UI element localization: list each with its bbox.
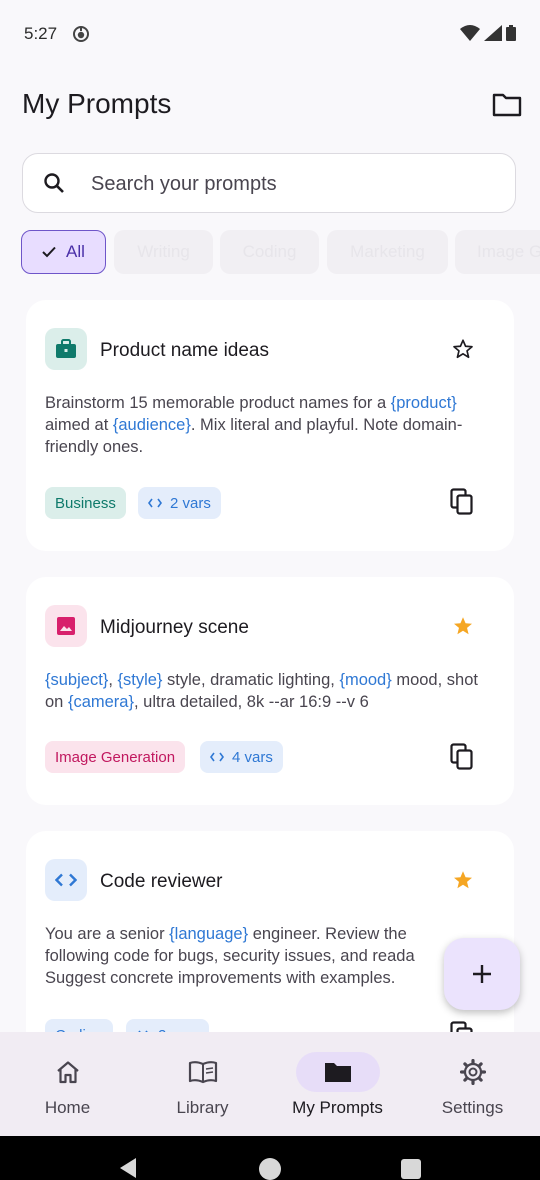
bottom-navigation: Home Library My Prompts Settings <box>0 1032 540 1136</box>
prompt-card[interactable]: Product name ideas Brainstorm 15 memorab… <box>26 300 514 551</box>
prompt-body: {subject}, {style} style, dramatic light… <box>45 671 478 711</box>
prompt-title: Product name ideas <box>100 340 269 361</box>
chip-image-generation[interactable]: Image G <box>455 230 540 274</box>
nav-label: Home <box>44 1098 91 1117</box>
prompt-title: Code reviewer <box>100 871 223 892</box>
nav-icon-container <box>161 1052 245 1092</box>
copy-icon[interactable] <box>450 488 474 516</box>
variable: {product} <box>390 394 457 412</box>
prompt-body: You are a senior {language} engineer. Re… <box>45 925 415 987</box>
copy-icon[interactable] <box>450 743 474 771</box>
chip-label: Writing <box>137 242 190 261</box>
code-icon <box>55 873 77 887</box>
variable: {style} <box>117 671 163 689</box>
variable: {mood} <box>339 671 392 689</box>
battery-icon <box>506 25 516 41</box>
page-title: My Prompts <box>22 88 172 119</box>
variable: {language} <box>169 925 249 943</box>
image-icon <box>57 617 75 635</box>
folder-icon[interactable] <box>492 92 522 118</box>
system-icons <box>460 25 516 41</box>
wifi-icon <box>460 25 480 41</box>
chip-coding[interactable]: Coding <box>220 230 319 274</box>
vars-badge: 2 vars <box>138 487 221 519</box>
chip-label: All <box>66 242 85 261</box>
nav-settings[interactable]: Settings <box>405 1032 540 1136</box>
category-tag: Image Generation <box>45 741 186 773</box>
vars-badge: 4 vars <box>200 741 283 773</box>
chip-label: Image G <box>477 242 540 261</box>
back-icon[interactable] <box>118 1158 138 1178</box>
nav-icon-container <box>431 1052 515 1092</box>
home-icon <box>56 1061 79 1084</box>
prompt-title: Midjourney scene <box>100 617 249 638</box>
nav-my-prompts[interactable]: My Prompts <box>270 1032 405 1136</box>
nav-library[interactable]: Library <box>135 1032 270 1136</box>
recents-icon[interactable] <box>401 1159 421 1179</box>
nav-icon-container <box>26 1052 110 1092</box>
variable: {camera} <box>67 693 134 711</box>
check-icon <box>42 246 56 258</box>
plus-icon <box>473 965 491 983</box>
gear-icon <box>459 1059 486 1085</box>
star-filled-icon[interactable] <box>452 615 474 637</box>
nav-label: Settings <box>441 1098 504 1117</box>
variable: {subject} <box>45 671 109 689</box>
star-filled-icon[interactable] <box>452 869 474 891</box>
status-time: 5:27 <box>24 24 58 43</box>
chip-marketing[interactable]: Marketing <box>327 230 448 274</box>
search-bar[interactable] <box>22 153 516 213</box>
add-prompt-button[interactable] <box>444 938 520 1010</box>
home-button-icon[interactable] <box>259 1158 281 1180</box>
prompt-card[interactable]: Midjourney scene {subject}, {style} styl… <box>26 577 514 805</box>
chip-all[interactable]: All <box>21 230 106 274</box>
code-icon <box>210 752 224 762</box>
category-avatar <box>45 859 87 901</box>
category-avatar <box>45 605 87 647</box>
app-header: My Prompts <box>0 76 540 136</box>
prompt-body: Brainstorm 15 memorable product names fo… <box>45 394 463 456</box>
search-input[interactable] <box>89 166 493 202</box>
category-avatar <box>45 328 87 370</box>
book-icon <box>188 1061 217 1084</box>
search-icon <box>44 173 64 193</box>
nav-label: Library <box>176 1098 229 1117</box>
chip-writing[interactable]: Writing <box>114 230 213 274</box>
nav-label: My Prompts <box>292 1098 383 1117</box>
system-navigation-bar <box>0 1136 540 1180</box>
status-bar: 5:27 <box>0 0 540 70</box>
code-icon <box>148 498 162 508</box>
folder-icon <box>324 1063 351 1082</box>
filter-chips: All Writing Coding Marketing Image G <box>0 230 540 274</box>
chip-label: Marketing <box>350 242 425 261</box>
briefcase-icon <box>56 339 76 358</box>
category-tag: Business <box>45 487 126 519</box>
chip-label: Coding <box>242 242 297 261</box>
variable: {audience} <box>112 416 191 434</box>
star-outline-icon[interactable] <box>452 338 474 360</box>
signal-icon <box>484 25 502 41</box>
nav-home[interactable]: Home <box>0 1032 135 1136</box>
nav-icon-container <box>295 1052 380 1092</box>
notification-icon <box>73 26 89 42</box>
